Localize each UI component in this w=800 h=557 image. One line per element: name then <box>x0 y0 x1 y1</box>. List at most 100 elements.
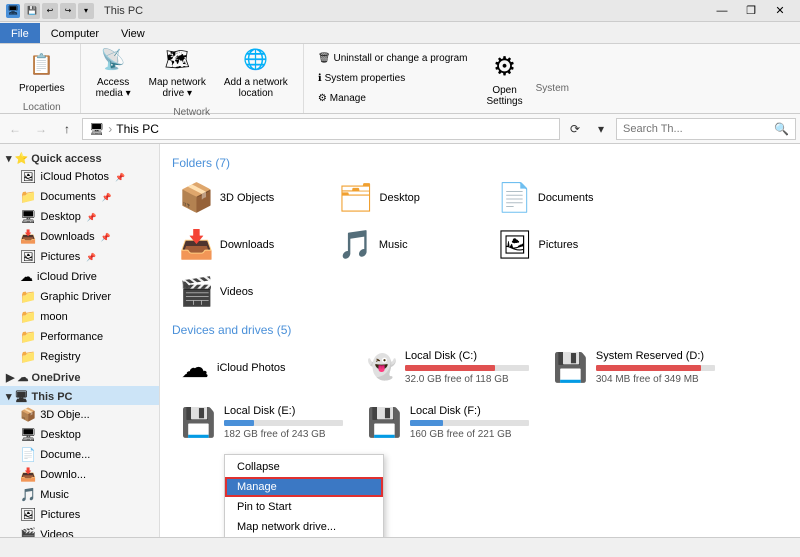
sidebar-item-icloud-drive[interactable]: ☁ iCloud Drive <box>0 267 159 287</box>
sys-properties-button[interactable]: ℹ System properties <box>312 70 474 87</box>
sidebar-item-performance[interactable]: 📁 Performance <box>0 327 159 347</box>
folder-3d-label: 3D Objects <box>220 192 274 204</box>
drive-f-bar-container <box>410 420 529 426</box>
desktop-icon: 🖥 <box>20 209 37 225</box>
open-settings-button[interactable]: ⚙ OpenSettings <box>479 47 529 111</box>
close-button[interactable]: ✕ <box>766 0 794 22</box>
sidebar-item-documents[interactable]: 📁 Documents 📌 <box>0 187 159 207</box>
sidebar-item-moon[interactable]: 📁 moon <box>0 307 159 327</box>
tab-file[interactable]: File <box>0 23 40 43</box>
address-path[interactable]: 🖥 › This PC <box>82 118 560 140</box>
refresh-button[interactable]: ⟳ <box>564 118 586 140</box>
registry-icon: 📁 <box>20 349 36 365</box>
drive-c-info: Local Disk (C:) 32.0 GB free of 118 GB <box>405 350 529 385</box>
drive-d-bar-container <box>596 365 715 371</box>
network-group-label: Network <box>173 107 210 118</box>
pin-icon: 📌 <box>86 253 96 262</box>
folder-item-music[interactable]: 🎵 Music <box>331 223 486 266</box>
folder-item-videos[interactable]: 🎬 Videos <box>172 270 327 313</box>
sidebar: ▾ ⭐ Quick access 🖼 iCloud Photos 📌 📁 Doc… <box>0 144 160 537</box>
sidebar-section-quick-access[interactable]: ▾ ⭐ Quick access <box>0 148 159 167</box>
drive-c-free: 32.0 GB free of 118 GB <box>405 374 529 385</box>
add-network-button[interactable]: 🌐 Add a networklocation <box>217 39 295 103</box>
up-button[interactable]: ↑ <box>56 118 78 140</box>
drive-f-bar-fill <box>410 420 443 426</box>
restore-button[interactable]: ❐ <box>737 0 765 22</box>
drive-e-icon: 💾 <box>181 406 216 439</box>
sidebar-section-quick-access-label: ⭐ Quick access <box>15 152 102 165</box>
folder-downloads-icon: 📥 <box>179 228 214 261</box>
save-qa-btn[interactable]: 💾 <box>24 3 40 19</box>
documents-sub-icon: 📄 <box>20 447 36 463</box>
back-button[interactable]: ← <box>4 118 26 140</box>
folder-item-pictures[interactable]: 🖼 Pictures <box>490 223 645 266</box>
drive-item-local-c[interactable]: 👻 Local Disk (C:) 32.0 GB free of 118 GB <box>358 343 538 392</box>
performance-icon: 📁 <box>20 329 36 345</box>
folders-section-header: Folders (7) <box>172 156 788 170</box>
system-group-label-wrap: System <box>536 80 569 94</box>
sidebar-item-desktop[interactable]: 🖥 Desktop 📌 <box>0 207 159 227</box>
minimize-button[interactable]: — <box>708 0 736 22</box>
drive-c-bar-fill <box>405 365 496 371</box>
sidebar-item-icloud-photos[interactable]: 🖼 iCloud Photos 📌 <box>0 167 159 187</box>
search-input[interactable] <box>623 123 774 135</box>
downloads-sub-icon: 📥 <box>20 467 36 483</box>
moon-icon: 📁 <box>20 309 36 325</box>
sidebar-item-downloads[interactable]: 📥 Downloads 📌 <box>0 227 159 247</box>
drive-e-free: 182 GB free of 243 GB <box>224 429 343 440</box>
sidebar-section-onedrive-label: ☁ OneDrive <box>17 371 80 384</box>
search-box[interactable]: 🔍 <box>616 118 796 140</box>
sidebar-label-performance: Performance <box>40 331 103 343</box>
map-network-icon: 🗺 <box>161 43 193 75</box>
properties-button[interactable]: 📋 Properties <box>12 45 72 98</box>
drive-e-bar-fill <box>224 420 254 426</box>
folders-grid: 📦 3D Objects 🗂 Desktop 📄 Documents 📥 Dow… <box>172 176 788 313</box>
address-dropdown-button[interactable]: ▾ <box>590 118 612 140</box>
sidebar-item-videos-sub[interactable]: 🎬 Videos <box>0 525 159 537</box>
sidebar-item-desktop-sub[interactable]: 🖥 Desktop <box>0 425 159 445</box>
search-icon: 🔍 <box>774 122 789 136</box>
pictures-sub-icon: 🖼 <box>20 507 37 523</box>
sidebar-item-pictures[interactable]: 🖼 Pictures 📌 <box>0 247 159 267</box>
drive-item-local-f[interactable]: 💾 Local Disk (F:) 160 GB free of 221 GB <box>358 398 538 447</box>
drive-item-system-reserved[interactable]: 💾 System Reserved (D:) 304 MB free of 34… <box>544 343 724 392</box>
context-menu: Collapse Manage Pin to Start Map network… <box>224 454 384 537</box>
sidebar-section-onedrive[interactable]: ▶ ☁ OneDrive <box>0 367 159 386</box>
folder-item-desktop[interactable]: 🗂 Desktop <box>331 176 486 219</box>
manage-button[interactable]: ⚙ Manage <box>312 90 474 107</box>
folder-documents-icon: 📄 <box>497 181 532 214</box>
videos-sub-icon: 🎬 <box>20 527 36 537</box>
drive-e-name: Local Disk (E:) <box>224 405 343 417</box>
sidebar-item-documents-sub[interactable]: 📄 Docume... <box>0 445 159 465</box>
sidebar-item-graphic-driver[interactable]: 📁 Graphic Driver <box>0 287 159 307</box>
folder-item-3d-objects[interactable]: 📦 3D Objects <box>172 176 327 219</box>
ctx-manage[interactable]: Manage <box>225 477 383 497</box>
ctx-map-network[interactable]: Map network drive... <box>225 517 383 537</box>
drive-item-local-e[interactable]: 💾 Local Disk (E:) 182 GB free of 243 GB <box>172 398 352 447</box>
expand-this-pc-icon: ▾ <box>6 390 12 403</box>
sidebar-item-downloads-sub[interactable]: 📥 Downlo... <box>0 465 159 485</box>
status-bar <box>0 537 800 557</box>
ctx-pin-start[interactable]: Pin to Start <box>225 497 383 517</box>
folder-item-documents[interactable]: 📄 Documents <box>490 176 645 219</box>
access-media-button[interactable]: 📡 Accessmedia ▾ <box>89 39 138 103</box>
undo-qa-btn[interactable]: ↩ <box>42 3 58 19</box>
redo-qa-btn[interactable]: ↪ <box>60 3 76 19</box>
uninstall-button[interactable]: 🗑 Uninstall or change a program <box>312 50 474 67</box>
sidebar-item-3d-objects[interactable]: 📦 3D Obje... <box>0 405 159 425</box>
sidebar-item-registry[interactable]: 📁 Registry <box>0 347 159 367</box>
map-network-button[interactable]: 🗺 Map networkdrive ▾ <box>142 39 213 103</box>
ctx-collapse[interactable]: Collapse <box>225 457 383 477</box>
window-icon <box>6 4 20 18</box>
folder-pictures-icon: 🖼 <box>497 228 533 261</box>
forward-button[interactable]: → <box>30 118 52 140</box>
sidebar-item-pictures-sub[interactable]: 🖼 Pictures <box>0 505 159 525</box>
folder-item-downloads[interactable]: 📥 Downloads <box>172 223 327 266</box>
sidebar-item-music-sub[interactable]: 🎵 Music <box>0 485 159 505</box>
drive-d-info: System Reserved (D:) 304 MB free of 349 … <box>596 350 715 385</box>
down-qa-btn[interactable]: ▾ <box>78 3 94 19</box>
expand-onedrive-icon: ▶ <box>6 371 14 384</box>
drive-item-icloud-photos[interactable]: ☁ iCloud Photos <box>172 343 352 392</box>
drive-e-info: Local Disk (E:) 182 GB free of 243 GB <box>224 405 343 440</box>
sidebar-section-this-pc[interactable]: ▾ 🖥 This PC <box>0 386 159 405</box>
